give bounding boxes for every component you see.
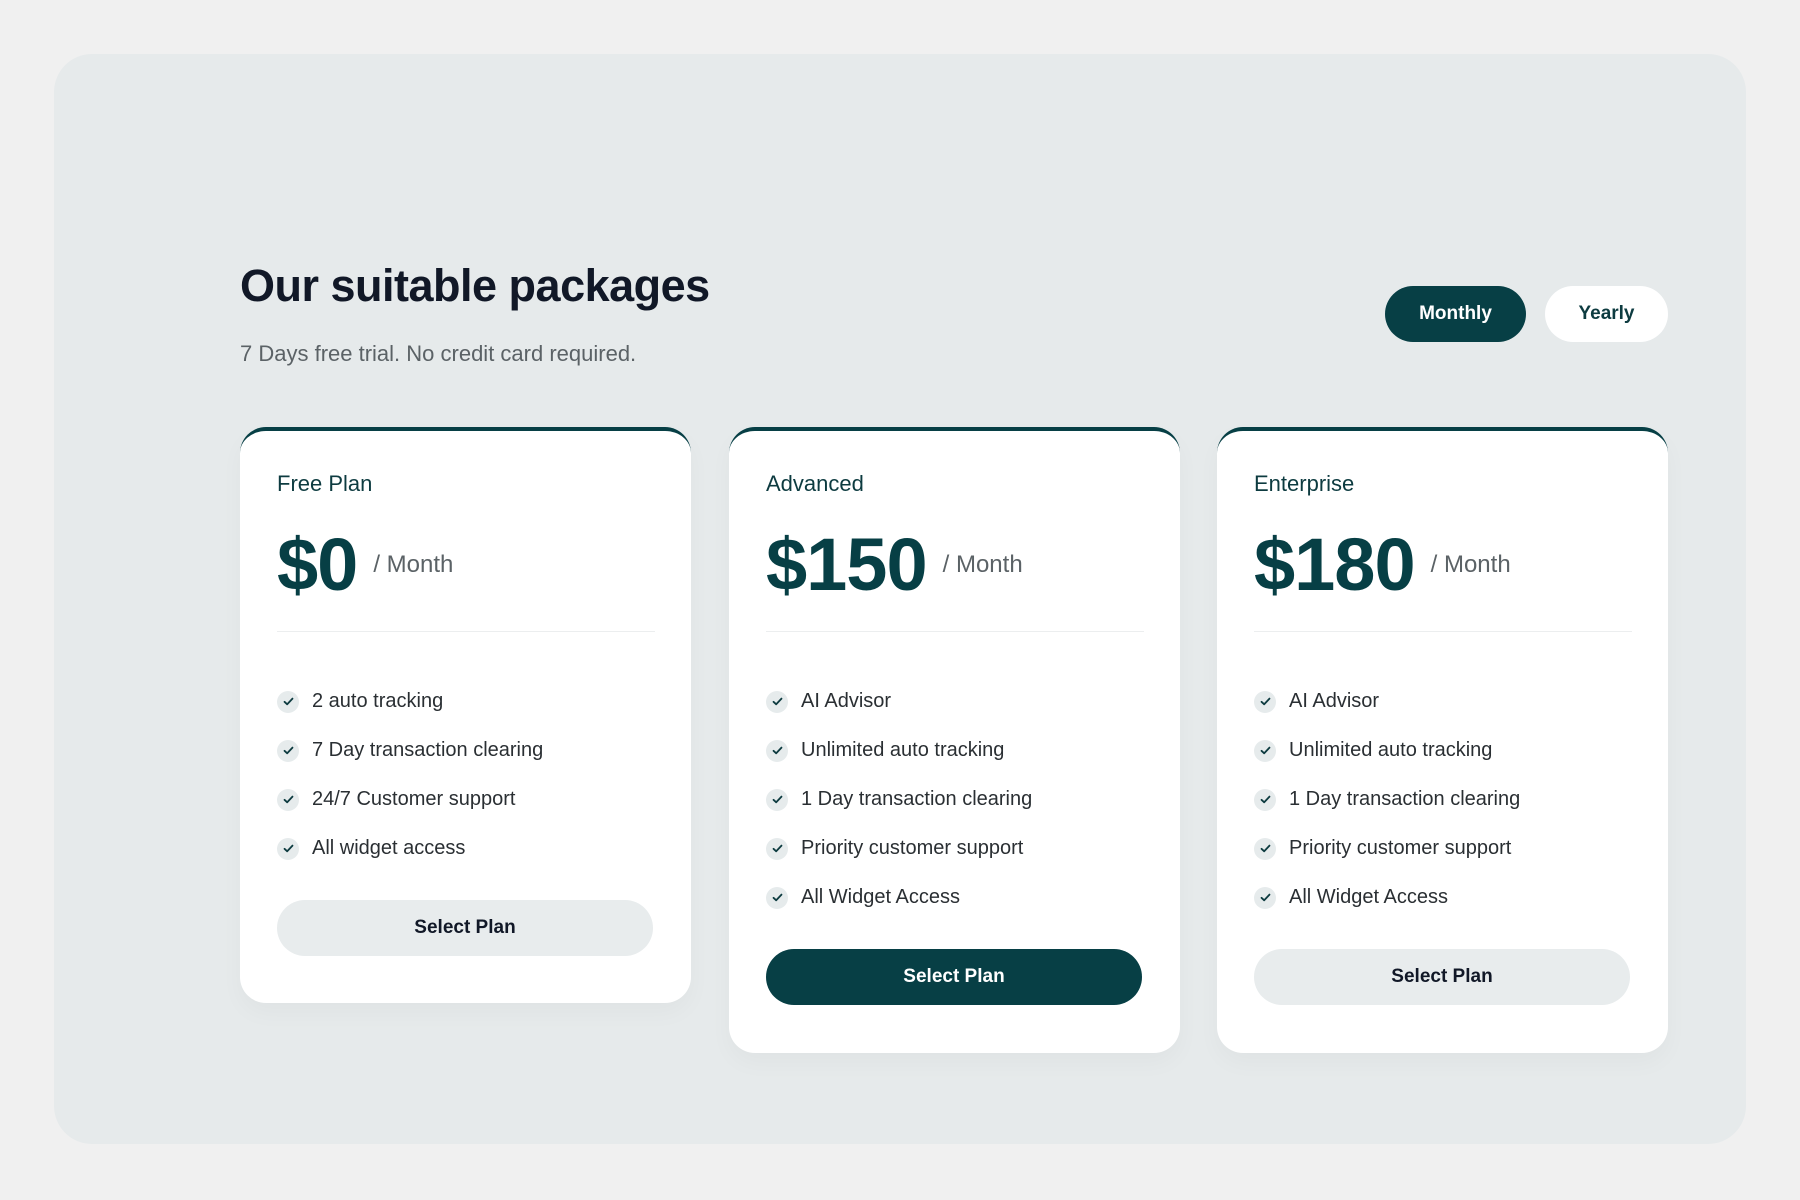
check-icon (277, 788, 299, 811)
check-icon (1254, 788, 1276, 811)
plan-period: / Month (1430, 551, 1511, 578)
list-item: Unlimited auto tracking (766, 726, 1032, 775)
check-icon (277, 739, 299, 762)
check-icon (1254, 690, 1276, 713)
check-icon (766, 886, 788, 909)
select-plan-button[interactable]: Select Plan (766, 949, 1142, 1005)
feature-label: AI Advisor (801, 690, 892, 712)
plan-card-advanced: Advanced $150 / Month AI Advisor Unlimite… (729, 427, 1180, 1053)
check-icon (1254, 837, 1276, 860)
check-icon (766, 690, 788, 713)
check-icon (1254, 886, 1276, 909)
list-item: All widget access (277, 824, 543, 873)
check-icon (766, 788, 788, 811)
list-item: 1 Day transaction clearing (766, 775, 1032, 824)
feature-label: 2 auto tracking (312, 690, 444, 712)
check-icon (277, 837, 299, 860)
divider (1254, 631, 1632, 632)
feature-label: Unlimited auto tracking (801, 739, 1005, 761)
price-row: $0 / Month (277, 521, 453, 609)
feature-label: 1 Day transaction clearing (801, 788, 1033, 810)
list-item: Priority customer support (766, 824, 1032, 873)
feature-label: 7 Day transaction clearing (312, 739, 544, 761)
plan-name: Enterprise (1254, 471, 1355, 496)
plan-name: Advanced (766, 471, 864, 496)
list-item: AI Advisor (1254, 677, 1520, 726)
billing-yearly-toggle[interactable]: Yearly (1545, 286, 1668, 342)
plan-name: Free Plan (277, 471, 373, 496)
list-item: 1 Day transaction clearing (1254, 775, 1520, 824)
list-item: 7 Day transaction clearing (277, 726, 543, 775)
billing-monthly-toggle[interactable]: Monthly (1385, 286, 1526, 342)
check-icon (1254, 739, 1276, 762)
plan-period: / Month (942, 551, 1023, 578)
list-item: All Widget Access (766, 873, 1032, 922)
check-icon (766, 837, 788, 860)
list-item: 2 auto tracking (277, 677, 543, 726)
list-item: Priority customer support (1254, 824, 1520, 873)
feature-label: 1 Day transaction clearing (1289, 788, 1521, 810)
select-plan-button[interactable]: Select Plan (1254, 949, 1630, 1005)
check-icon (766, 739, 788, 762)
plan-price: $0 (277, 523, 358, 606)
plan-price: $180 (1254, 523, 1416, 606)
feature-label: AI Advisor (1289, 690, 1380, 712)
price-row: $150 / Month (766, 521, 1023, 609)
feature-list: 2 auto tracking 7 Day transaction clearin… (277, 677, 543, 873)
list-item: 24/7 Customer support (277, 775, 543, 824)
plan-period: / Month (373, 551, 454, 578)
pricing-section: Our suitable packages 7 Days free trial.… (54, 54, 1746, 1144)
feature-label: Priority customer support (1289, 837, 1512, 859)
divider (766, 631, 1144, 632)
page-subtitle: 7 Days free trial. No credit card requir… (240, 341, 637, 366)
feature-label: All widget access (312, 837, 466, 859)
feature-list: AI Advisor Unlimited auto tracking 1 Day t… (766, 677, 1032, 922)
list-item: Unlimited auto tracking (1254, 726, 1520, 775)
select-plan-button[interactable]: Select Plan (277, 900, 653, 956)
feature-label: All Widget Access (801, 886, 960, 908)
feature-label: 24/7 Customer support (312, 788, 516, 810)
list-item: All Widget Access (1254, 873, 1520, 922)
feature-label: All Widget Access (1289, 886, 1448, 908)
plan-card-enterprise: Enterprise $180 / Month AI Advisor Unlimi… (1217, 427, 1668, 1053)
plan-price: $150 (766, 523, 928, 606)
price-row: $180 / Month (1254, 521, 1511, 609)
feature-label: Priority customer support (801, 837, 1024, 859)
plan-card-free: Free Plan $0 / Month 2 auto tracking 7 Da… (240, 427, 691, 1003)
feature-list: AI Advisor Unlimited auto tracking 1 Day t… (1254, 677, 1520, 922)
list-item: AI Advisor (766, 677, 1032, 726)
page-title: Our suitable packages (240, 260, 710, 311)
divider (277, 631, 655, 632)
check-icon (277, 690, 299, 713)
feature-label: Unlimited auto tracking (1289, 739, 1493, 761)
